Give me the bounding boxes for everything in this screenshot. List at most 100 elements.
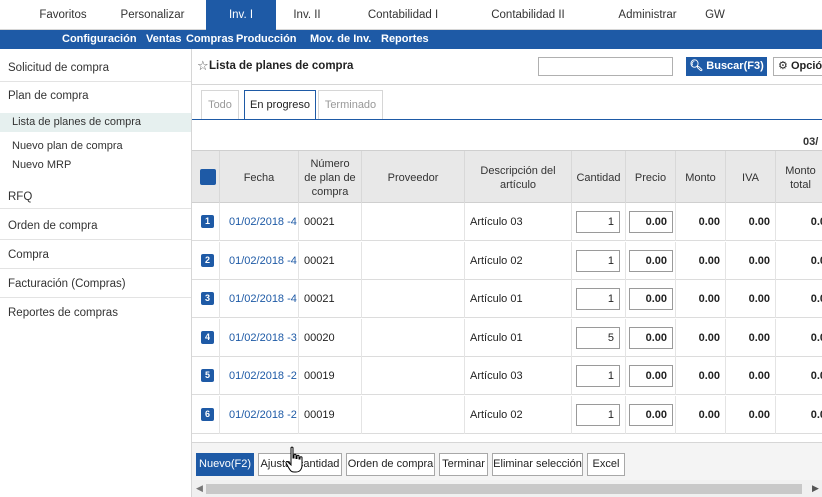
top-menu-favoritos[interactable]: Favoritos: [28, 0, 98, 30]
nuevo-button[interactable]: Nuevo(F2): [196, 453, 254, 476]
table-row[interactable]: 5 01/02/2018 -2 00019 Artículo 03 0.00 0.00 0.…: [192, 357, 822, 395]
row-number-badge[interactable]: 1: [201, 215, 214, 228]
date-label: 03/: [803, 136, 819, 148]
tab-todo[interactable]: Todo: [201, 90, 239, 119]
horizontal-scrollbar[interactable]: ◀ ▶: [192, 480, 822, 497]
sidebar-item-orden[interactable]: Orden de compra: [0, 212, 191, 240]
sidebar-item-plan[interactable]: Plan de compra: [0, 82, 191, 110]
top-menu-gw[interactable]: GW: [700, 0, 730, 30]
sidebar-subitem-nuevo-mrp[interactable]: Nuevo MRP: [0, 156, 191, 175]
star-icon[interactable]: ☆: [197, 58, 209, 74]
cell-fecha[interactable]: 01/02/2018 -4: [220, 241, 299, 280]
row-number-badge[interactable]: 4: [201, 330, 214, 344]
top-menu-contabilidad-ii[interactable]: Contabilidad II: [478, 0, 578, 30]
cell-numero: 00021: [299, 203, 362, 241]
cell-descripcion: Artículo 03: [465, 203, 572, 241]
tab-terminado[interactable]: Terminado: [318, 90, 383, 119]
quantity-input[interactable]: 1: [576, 288, 620, 310]
top-menu-inv-i[interactable]: Inv. I: [206, 0, 276, 30]
quantity-input[interactable]: 1: [576, 249, 620, 272]
sidebar-subitem-lista[interactable]: Lista de planes de compra: [0, 113, 191, 132]
header-iva[interactable]: IVA: [726, 151, 776, 204]
row-number-badge[interactable]: 3: [201, 292, 214, 305]
table-row[interactable]: 6 01/02/2018 -2 00019 Artículo 02 0.00 0.00 0.…: [192, 395, 822, 434]
cell-cantidad: 1: [572, 280, 626, 318]
sub-menu-compras[interactable]: Compras: [186, 30, 234, 49]
sidebar-item-rfq[interactable]: RFQ: [0, 185, 191, 209]
quantity-input[interactable]: 1: [576, 403, 620, 426]
header-monto-total[interactable]: Monto total: [776, 151, 822, 204]
select-all-checkbox[interactable]: [200, 169, 216, 185]
header-fecha[interactable]: Fecha: [220, 151, 299, 204]
header-cantidad[interactable]: Cantidad: [572, 151, 626, 204]
title-bar: ☆ Lista de planes de compra 🔍︎ Buscar(F3…: [192, 49, 822, 85]
cell-iva: 0.00: [726, 241, 776, 280]
sidebar-item-compra[interactable]: Compra: [0, 241, 191, 269]
table-row[interactable]: 1 01/02/2018 -4 00021 Artículo 03 0.00 0.00 0.…: [192, 203, 822, 241]
search-input[interactable]: [538, 57, 673, 76]
sub-menu-configuracion[interactable]: Configuración: [62, 30, 137, 49]
row-number-badge[interactable]: 2: [201, 253, 214, 267]
search-button[interactable]: 🔍︎ Buscar(F3): [686, 57, 767, 76]
quantity-input[interactable]: 1: [576, 211, 620, 233]
row-number-badge[interactable]: 6: [201, 407, 214, 421]
eliminar-seleccion-button[interactable]: Eliminar selección: [492, 453, 583, 476]
sidebar-item-facturacion[interactable]: Facturación (Compras): [0, 270, 191, 298]
sub-menu-ventas[interactable]: Ventas: [146, 30, 181, 49]
sidebar-item-reportes[interactable]: Reportes de compras: [0, 299, 191, 327]
cell-descripcion: Artículo 01: [465, 280, 572, 318]
cell-fecha[interactable]: 01/02/2018 -2: [220, 395, 299, 434]
row-select-cell: 4: [192, 318, 220, 357]
cell-monto: 0.00: [676, 357, 726, 395]
table-row[interactable]: 3 01/02/2018 -4 00021 Artículo 01 0.00 0.00 0.…: [192, 280, 822, 318]
header-precio[interactable]: Precio: [626, 151, 676, 204]
hand-cursor-icon: [285, 446, 303, 473]
divider: [192, 84, 822, 85]
price-input[interactable]: 0.00: [629, 365, 673, 387]
table-row[interactable]: 4 01/02/2018 -3 00020 Artículo 01 0.00 0.00 0.…: [192, 318, 822, 357]
tab-en-progreso[interactable]: En progreso: [244, 90, 316, 120]
cell-fecha[interactable]: 01/02/2018 -4: [220, 280, 299, 318]
scroll-right-icon[interactable]: ▶: [812, 483, 819, 494]
cell-precio: 0.00: [626, 203, 676, 241]
terminar-button[interactable]: Terminar: [439, 453, 488, 476]
orden-compra-button[interactable]: Orden de compra: [346, 453, 435, 476]
cell-fecha[interactable]: 01/02/2018 -2: [220, 357, 299, 395]
table-row[interactable]: 2 01/02/2018 -4 00021 Artículo 02 0.00 0.00 0.…: [192, 241, 822, 280]
top-menu-contabilidad-i[interactable]: Contabilidad I: [358, 0, 448, 30]
tab-underline: [192, 119, 822, 120]
price-input[interactable]: 0.00: [629, 249, 673, 272]
row-select-cell: 1: [192, 203, 220, 241]
cell-fecha[interactable]: 01/02/2018 -3: [220, 318, 299, 357]
top-menu-inv-ii[interactable]: Inv. II: [282, 0, 332, 30]
scroll-thumb[interactable]: [206, 484, 802, 494]
cell-numero: 00020: [299, 318, 362, 357]
sub-menu-produccion[interactable]: Producción: [236, 30, 297, 49]
quantity-input[interactable]: 5: [576, 326, 620, 349]
header-numero[interactable]: Número de plan de compra: [299, 151, 362, 204]
row-number-badge[interactable]: 5: [201, 369, 214, 382]
options-button[interactable]: ⚙ Opción: [773, 57, 822, 76]
cell-descripcion: Artículo 02: [465, 395, 572, 434]
sub-menu-reportes[interactable]: Reportes: [381, 30, 429, 49]
cell-fecha[interactable]: 01/02/2018 -4: [220, 203, 299, 241]
sub-menu: Configuración Ventas Compras Producción …: [0, 30, 822, 49]
price-input[interactable]: 0.00: [629, 403, 673, 426]
quantity-input[interactable]: 1: [576, 365, 620, 387]
sidebar-subitem-nuevo-plan[interactable]: Nuevo plan de compra: [0, 137, 191, 156]
header-proveedor[interactable]: Proveedor: [362, 151, 465, 204]
price-input[interactable]: 0.00: [629, 288, 673, 310]
price-input[interactable]: 0.00: [629, 326, 673, 349]
cell-precio: 0.00: [626, 357, 676, 395]
sidebar-item-solicitud[interactable]: Solicitud de compra: [0, 54, 191, 82]
price-input[interactable]: 0.00: [629, 211, 673, 233]
cell-precio: 0.00: [626, 280, 676, 318]
header-monto[interactable]: Monto: [676, 151, 726, 204]
cell-total: 0.0: [776, 280, 822, 318]
scroll-left-icon[interactable]: ◀: [196, 483, 203, 494]
excel-button[interactable]: Excel: [587, 453, 625, 476]
sub-menu-mov-inv[interactable]: Mov. de Inv.: [310, 30, 371, 49]
top-menu-administrar[interactable]: Administrar: [610, 0, 685, 30]
top-menu-personalizar[interactable]: Personalizar: [115, 0, 190, 30]
header-descripcion[interactable]: Descripción del artículo: [465, 151, 572, 204]
